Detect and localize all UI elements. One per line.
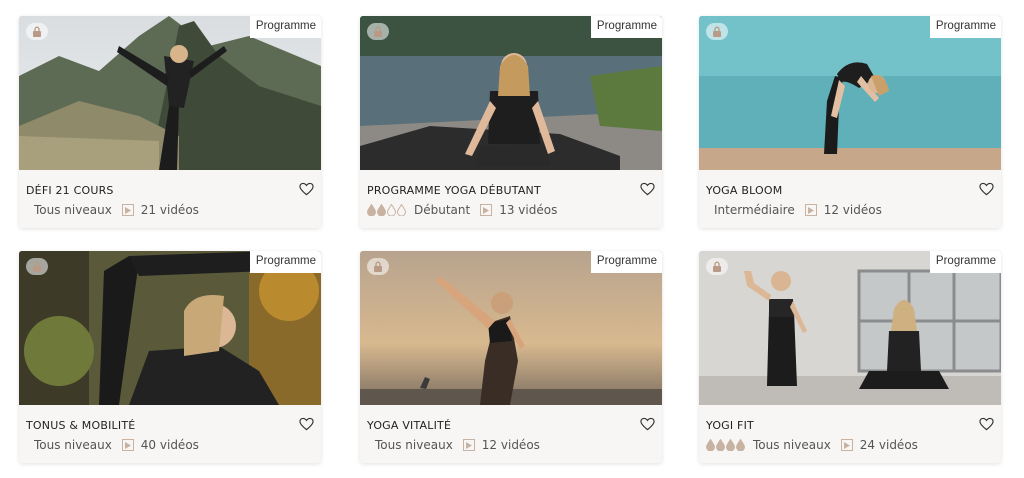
drop-icon (716, 439, 725, 451)
program-thumbnail[interactable]: Programme (19, 16, 321, 170)
program-badge: Programme (249, 16, 321, 38)
program-title[interactable]: TONUS & MOBILITÉ (26, 419, 135, 432)
program-card[interactable]: Programme PROGRAMME YOGA DÉBUTANT Débuta… (360, 16, 662, 228)
drop-icon (367, 204, 376, 216)
program-card[interactable]: Programme YOGA BLOOM Intermédiaire 12 vi… (699, 16, 1001, 228)
lock-icon (367, 258, 389, 275)
video-count: 24 vidéos (859, 438, 918, 452)
program-meta: Tous niveaux 21 vidéos (26, 203, 199, 217)
drop-icon (377, 204, 386, 216)
program-meta: Tous niveaux 40 vidéos (26, 438, 199, 452)
video-count: 13 vidéos (499, 203, 558, 217)
program-title[interactable]: YOGI FIT (706, 419, 754, 432)
program-card[interactable]: Programme YOGI FIT Tous niveaux 24 vidéo… (699, 251, 1001, 463)
difficulty-drops (706, 439, 745, 451)
program-badge: Programme (929, 251, 1001, 273)
video-count: 12 vidéos (823, 203, 882, 217)
program-badge: Programme (929, 16, 1001, 38)
video-count: 40 vidéos (140, 438, 199, 452)
level-label: Tous niveaux (753, 438, 831, 452)
program-thumbnail[interactable]: Programme (360, 16, 662, 170)
program-title[interactable]: DÉFI 21 COURS (26, 184, 114, 197)
difficulty-drops (367, 204, 406, 216)
play-icon (480, 204, 493, 216)
play-icon (121, 204, 134, 216)
drop-icon (706, 439, 715, 451)
program-title[interactable]: YOGA BLOOM (706, 184, 782, 197)
play-icon (804, 204, 817, 216)
program-badge: Programme (590, 16, 662, 38)
lock-icon (26, 258, 48, 275)
lock-icon (706, 23, 728, 40)
lock-icon (706, 258, 728, 275)
heart-icon[interactable] (299, 182, 314, 196)
lock-icon (26, 23, 48, 40)
play-icon (462, 439, 475, 451)
heart-icon[interactable] (979, 182, 994, 196)
drop-icon (387, 204, 396, 216)
program-title[interactable]: YOGA VITALITÉ (367, 419, 451, 432)
drop-icon (397, 204, 406, 216)
video-count: 12 vidéos (481, 438, 540, 452)
play-icon (121, 439, 134, 451)
program-thumbnail[interactable]: Programme (699, 16, 1001, 170)
program-title[interactable]: PROGRAMME YOGA DÉBUTANT (367, 184, 541, 197)
drop-icon (736, 439, 745, 451)
program-meta: Tous niveaux 12 vidéos (367, 438, 540, 452)
level-label: Tous niveaux (34, 438, 112, 452)
level-label: Tous niveaux (375, 438, 453, 452)
program-meta: Tous niveaux 24 vidéos (706, 438, 918, 452)
program-card[interactable]: Programme DÉFI 21 COURS Tous niveaux 21 … (19, 16, 321, 228)
video-count: 21 vidéos (140, 203, 199, 217)
program-grid: Programme DÉFI 21 COURS Tous niveaux 21 … (0, 0, 1024, 478)
program-badge: Programme (249, 251, 321, 273)
program-card[interactable]: Programme TONUS & MOBILITÉ Tous niveaux … (19, 251, 321, 463)
drop-icon (726, 439, 735, 451)
heart-icon[interactable] (979, 417, 994, 431)
program-meta: Débutant 13 vidéos (367, 203, 557, 217)
program-badge: Programme (590, 251, 662, 273)
lock-icon (367, 23, 389, 40)
program-thumbnail[interactable]: Programme (360, 251, 662, 405)
program-card[interactable]: Programme YOGA VITALITÉ Tous niveaux 12 … (360, 251, 662, 463)
program-thumbnail[interactable]: Programme (19, 251, 321, 405)
program-meta: Intermédiaire 12 vidéos (706, 203, 882, 217)
level-label: Débutant (414, 203, 471, 217)
play-icon (840, 439, 853, 451)
heart-icon[interactable] (640, 182, 655, 196)
program-thumbnail[interactable]: Programme (699, 251, 1001, 405)
heart-icon[interactable] (640, 417, 655, 431)
level-label: Tous niveaux (34, 203, 112, 217)
heart-icon[interactable] (299, 417, 314, 431)
level-label: Intermédiaire (714, 203, 795, 217)
